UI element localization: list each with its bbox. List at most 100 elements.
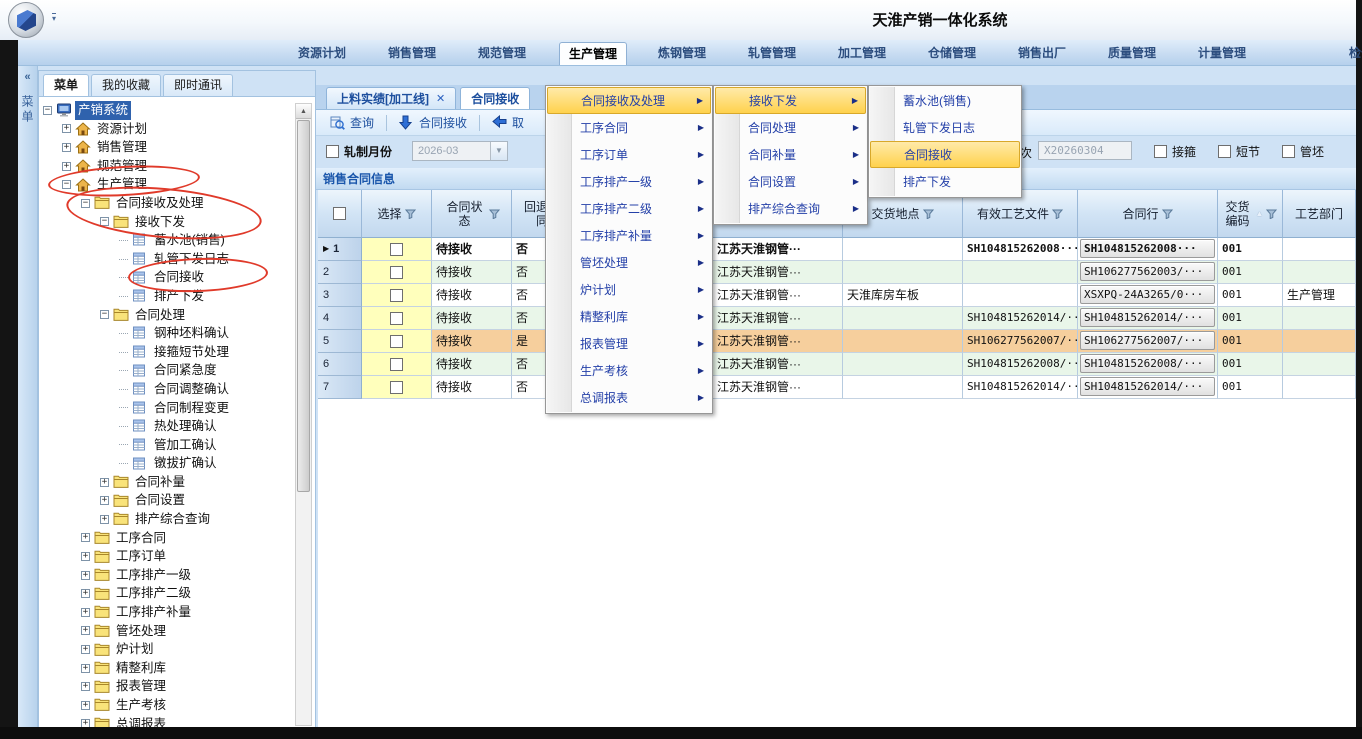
- menubar-item[interactable]: 规范管理: [469, 42, 535, 65]
- quick-access-caret-icon[interactable]: ▾: [52, 13, 56, 22]
- menubar-item[interactable]: 销售出厂: [1009, 42, 1075, 65]
- sidebar-tab[interactable]: 菜单: [43, 74, 89, 96]
- toolbar-button[interactable]: 取: [488, 113, 528, 132]
- menubar-item[interactable]: 炼钢管理: [649, 42, 715, 65]
- contract-line-button[interactable]: SH104815262008/···: [1080, 354, 1215, 373]
- workspace-tab[interactable]: 上料实绩[加工线]✕: [326, 87, 456, 109]
- menu-item[interactable]: 合同处理▶: [715, 114, 866, 141]
- tree-item[interactable]: +炉计划: [39, 640, 293, 659]
- menubar-item[interactable]: 生产管理: [559, 42, 627, 65]
- tree-expander-icon[interactable]: +: [81, 608, 90, 617]
- tree-item[interactable]: +工序排产一级: [39, 566, 293, 585]
- tree-expander-icon[interactable]: +: [62, 124, 71, 133]
- filter-checkbox[interactable]: 管坯: [1282, 143, 1324, 160]
- tree-item[interactable]: +合同设置: [39, 491, 293, 510]
- tree-item[interactable]: 排产下发: [39, 287, 293, 306]
- tree-expander-icon[interactable]: +: [81, 664, 90, 673]
- tree-expander-icon[interactable]: +: [81, 571, 90, 580]
- tree-item[interactable]: +资源计划: [39, 120, 293, 139]
- menu-item[interactable]: 轧管下发日志: [870, 114, 1020, 141]
- menu-item[interactable]: 蓄水池(销售): [870, 87, 1020, 114]
- menubar-item[interactable]: 质量管理: [1099, 42, 1165, 65]
- tree-item[interactable]: 合同调整确认: [39, 380, 293, 399]
- tree-expander-icon[interactable]: +: [100, 515, 109, 524]
- row-checkbox[interactable]: [390, 381, 403, 394]
- tree-item[interactable]: −合同处理: [39, 306, 293, 325]
- tab-close-icon[interactable]: ✕: [436, 89, 445, 109]
- menubar-item[interactable]: 加工管理: [829, 42, 895, 65]
- tree-expander-icon[interactable]: +: [62, 143, 71, 152]
- tree-expander-icon[interactable]: +: [81, 626, 90, 635]
- row-number[interactable]: 6: [318, 353, 362, 376]
- tree-expander-icon[interactable]: +: [100, 478, 109, 487]
- roll-month-checkbox[interactable]: [326, 145, 339, 158]
- menu-item[interactable]: 管坯处理▶: [547, 249, 711, 276]
- menu-item[interactable]: 工序排产补量▶: [547, 222, 711, 249]
- menu-item[interactable]: 合同补量▶: [715, 141, 866, 168]
- row-checkbox[interactable]: [390, 289, 403, 302]
- scrollbar-thumb[interactable]: [297, 120, 310, 492]
- column-header[interactable]: 工艺部门: [1283, 190, 1356, 238]
- column-header[interactable]: 合同状态: [432, 190, 512, 238]
- menu-item[interactable]: 工序合同▶: [547, 114, 711, 141]
- checkbox-icon[interactable]: [1154, 145, 1167, 158]
- tree-item[interactable]: +工序订单: [39, 547, 293, 566]
- tree-item[interactable]: +工序合同: [39, 529, 293, 548]
- menu-item[interactable]: 合同接收及处理▶: [547, 87, 711, 114]
- checkbox-icon[interactable]: [1282, 145, 1295, 158]
- tree-item[interactable]: 热处理确认: [39, 417, 293, 436]
- tree-item[interactable]: +工序排产补量: [39, 603, 293, 622]
- menu-item[interactable]: 精整利库▶: [547, 303, 711, 330]
- menu-item[interactable]: 排产下发: [870, 168, 1020, 195]
- row-number[interactable]: 7: [318, 376, 362, 399]
- toolbar-button[interactable]: 查询: [326, 113, 378, 132]
- tree-item[interactable]: 合同紧急度: [39, 361, 293, 380]
- menubar-item[interactable]: 仓储管理: [919, 42, 985, 65]
- collapse-panel-icon[interactable]: «: [18, 71, 37, 83]
- tree-expander-icon[interactable]: +: [81, 589, 90, 598]
- menu-item[interactable]: 总调报表▶: [547, 384, 711, 411]
- contract-line-button[interactable]: SH106277562003/···: [1080, 262, 1215, 281]
- tree-item[interactable]: 蓄水池(销售): [39, 231, 293, 250]
- tree-item[interactable]: −接收下发: [39, 213, 293, 232]
- contract-line-button[interactable]: XSXPQ-24A3265/0···: [1080, 285, 1215, 304]
- column-header[interactable]: 交货编码▲: [1218, 190, 1283, 238]
- scroll-up-icon[interactable]: ▲: [296, 104, 311, 119]
- contract-line-button[interactable]: SH104815262008···: [1080, 239, 1215, 258]
- tree-expander-icon[interactable]: +: [81, 682, 90, 691]
- tree-item[interactable]: 管加工确认: [39, 436, 293, 455]
- tree-item[interactable]: +精整利库: [39, 659, 293, 678]
- tree-expander-icon[interactable]: −: [81, 199, 90, 208]
- tree-item[interactable]: +排产综合查询: [39, 510, 293, 529]
- column-header[interactable]: [318, 190, 362, 238]
- roll-month-select[interactable]: 2026-03 ▼: [412, 141, 508, 161]
- tree-item[interactable]: +工序排产二级: [39, 584, 293, 603]
- row-checkbox[interactable]: [390, 335, 403, 348]
- tree-item[interactable]: +总调报表: [39, 715, 293, 728]
- row-number[interactable]: 5: [318, 330, 362, 353]
- contract-line-button[interactable]: SH106277562007/···: [1080, 331, 1215, 350]
- filter-checkbox[interactable]: 短节: [1218, 143, 1260, 160]
- tree-expander-icon[interactable]: +: [62, 162, 71, 171]
- row-checkbox[interactable]: [390, 243, 403, 256]
- menubar-item[interactable]: 轧管管理: [739, 42, 805, 65]
- filter-icon[interactable]: [1052, 209, 1063, 219]
- filter-icon[interactable]: [405, 209, 416, 219]
- filter-icon[interactable]: [923, 209, 934, 219]
- menu-item[interactable]: 报表管理▶: [547, 330, 711, 357]
- menu-item[interactable]: 炉计划▶: [547, 276, 711, 303]
- tree-expander-icon[interactable]: +: [81, 552, 90, 561]
- tree-item[interactable]: 接箍短节处理: [39, 343, 293, 362]
- tree-expander-icon[interactable]: −: [62, 180, 71, 189]
- row-checkbox[interactable]: [390, 312, 403, 325]
- tree-item[interactable]: −合同接收及处理: [39, 194, 293, 213]
- checkbox-icon[interactable]: [1218, 145, 1231, 158]
- menubar-item[interactable]: 检化: [1340, 42, 1362, 65]
- chevron-down-icon[interactable]: ▼: [490, 142, 507, 160]
- menubar-item[interactable]: 计量管理: [1189, 42, 1255, 65]
- tree-item[interactable]: 合同接收: [39, 268, 293, 287]
- batch-input[interactable]: [1038, 141, 1132, 160]
- tree-item[interactable]: −生产管理: [39, 175, 293, 194]
- row-number[interactable]: 4: [318, 307, 362, 330]
- filter-checkbox[interactable]: 接箍: [1154, 143, 1196, 160]
